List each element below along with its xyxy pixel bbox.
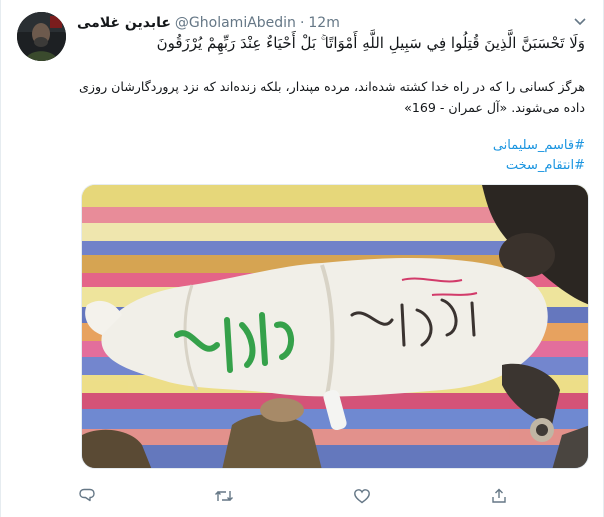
tweet-actions (77, 486, 589, 506)
tweet-header: عابدین غلامی @GholamiAbedin · 12m (77, 13, 340, 33)
retweet-icon[interactable] (214, 486, 234, 506)
quran-verse: وَلَا تَحْسَبَنَّ الَّذِينَ قُتِلُوا فِي… (156, 34, 585, 52)
hashtag-soleimani[interactable]: #قاسم_سلیمانی (77, 136, 585, 156)
tweet-photo[interactable] (81, 184, 589, 469)
translation-line-2: داده می‌شوند. «آل عمران - 169» (404, 100, 585, 115)
heart-icon[interactable] (352, 486, 372, 506)
translation-text: هرگز کسانی را که در راه خدا کشته شده‌اند… (77, 76, 585, 118)
tweet-timestamp[interactable]: 12m (308, 15, 339, 31)
tweet-card[interactable]: عابدین غلامی @GholamiAbedin · 12m وَلَا … (0, 0, 604, 517)
hashtag-revenge[interactable]: #انتقام_سخت (77, 156, 585, 176)
separator-dot: · (299, 15, 305, 31)
display-name[interactable]: عابدین غلامی (77, 15, 171, 31)
user-handle[interactable]: @GholamiAbedin (175, 15, 296, 31)
avatar[interactable] (17, 12, 66, 61)
chevron-down-icon[interactable] (571, 12, 589, 30)
reply-icon[interactable] (77, 486, 97, 506)
profile-photo-icon (17, 12, 66, 61)
share-icon[interactable] (489, 486, 509, 506)
translation-line-1: هرگز کسانی را که در راه خدا کشته شده‌اند… (79, 79, 585, 94)
shroud-photo-image (82, 185, 588, 468)
